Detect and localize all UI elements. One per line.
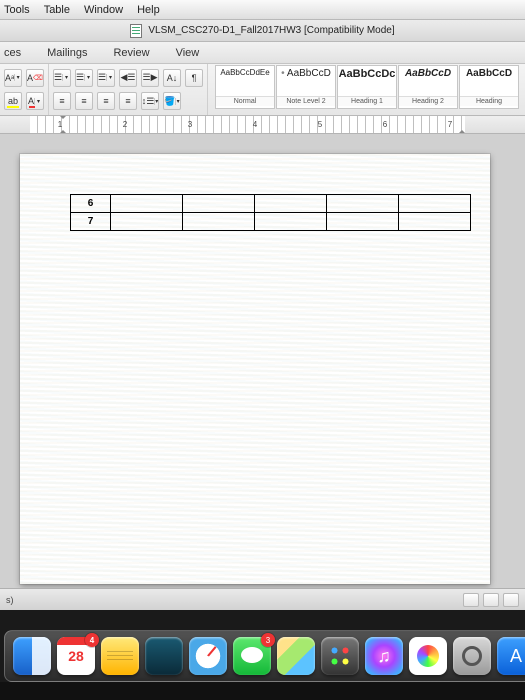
shading-button[interactable]: 🪣▾	[163, 92, 181, 110]
indent-button[interactable]: ☰▶	[141, 69, 159, 87]
first-line-indent-marker[interactable]	[58, 116, 68, 124]
dock-app-launchpad[interactable]	[321, 637, 359, 675]
dock-app-system-preferences[interactable]	[453, 637, 491, 675]
justify-button[interactable]: ≡	[119, 92, 137, 110]
ribbon-tab[interactable]: Review	[109, 43, 153, 63]
ribbon-tab[interactable]: View	[172, 43, 204, 63]
line-spacing-button[interactable]: ↕☰▾	[141, 92, 159, 110]
window-titlebar: VLSM_CSC270-D1_Fall2017HW3 [Compatibilit…	[0, 20, 525, 42]
menu-item[interactable]: Window	[84, 4, 123, 16]
dock-app-appstore[interactable]	[497, 637, 525, 675]
show-marks-button[interactable]: ¶	[185, 69, 203, 87]
badge: 3	[261, 633, 275, 647]
ribbon: Aa▾ A⌫ ab A▾ ☰▾ ☰▾ ☰▾ ◀☰ ☰▶ A↓ ¶ ≡ ≡ ≡	[0, 64, 525, 116]
dock-app-photoshop[interactable]	[145, 637, 183, 675]
align-center-button[interactable]: ≡	[75, 92, 93, 110]
badge: 4	[85, 633, 99, 647]
hanging-indent-marker[interactable]	[58, 125, 68, 134]
menu-item[interactable]: Tools	[4, 4, 30, 16]
styles-gallery[interactable]: AaBbCcDdEe Normal AaBbCcD Note Level 2 A…	[214, 64, 520, 115]
document-workspace[interactable]: 6 7	[0, 134, 525, 588]
horizontal-ruler[interactable]: 1 2 3 4 5 6 7	[0, 116, 525, 134]
dock-app-calendar[interactable]: 28 4	[57, 637, 95, 675]
table-row[interactable]: 6	[71, 195, 471, 213]
outdent-button[interactable]: ◀☰	[119, 69, 137, 87]
dock-app-finder[interactable]	[13, 637, 51, 675]
table-row[interactable]: 7	[71, 213, 471, 231]
status-bar: s)	[0, 588, 525, 610]
ribbon-tabs: ces Mailings Review View	[0, 42, 525, 64]
numbering-button[interactable]: ☰▾	[75, 69, 93, 87]
document-icon	[130, 24, 142, 38]
page[interactable]: 6 7	[20, 154, 490, 584]
view-mode-button[interactable]	[503, 593, 519, 607]
document-table[interactable]: 6 7	[70, 194, 471, 231]
dock-app-notes[interactable]	[101, 637, 139, 675]
style-heading[interactable]: AaBbCcD Heading	[459, 65, 519, 109]
dock-app-photos[interactable]	[409, 637, 447, 675]
ribbon-tab[interactable]: ces	[0, 43, 25, 63]
view-mode-button[interactable]	[483, 593, 499, 607]
ribbon-tab[interactable]: Mailings	[43, 43, 91, 63]
multilevel-button[interactable]: ☰▾	[97, 69, 115, 87]
os-menubar: Tools Table Window Help	[0, 0, 525, 20]
style-normal[interactable]: AaBbCcDdEe Normal	[215, 65, 275, 109]
style-heading-1[interactable]: AaBbCcDc Heading 1	[337, 65, 397, 109]
dock-app-safari[interactable]	[189, 637, 227, 675]
right-indent-marker[interactable]	[457, 125, 467, 134]
menu-item[interactable]: Table	[44, 4, 70, 16]
laptop-bezel	[0, 682, 525, 700]
dock-app-itunes[interactable]	[365, 637, 403, 675]
align-right-button[interactable]: ≡	[97, 92, 115, 110]
font-size-button[interactable]: Aa▾	[4, 69, 22, 87]
dock-app-messages[interactable]: 3	[233, 637, 271, 675]
menu-item[interactable]: Help	[137, 4, 160, 16]
view-mode-button[interactable]	[463, 593, 479, 607]
highlight-button[interactable]: ab	[4, 92, 22, 110]
align-left-button[interactable]: ≡	[53, 92, 71, 110]
dock: 28 4 3	[0, 622, 525, 682]
clear-format-button[interactable]: A⌫	[26, 69, 44, 87]
sort-button[interactable]: A↓	[163, 69, 181, 87]
font-color-button[interactable]: A▾	[26, 92, 44, 110]
bullets-button[interactable]: ☰▾	[53, 69, 71, 87]
window-title: VLSM_CSC270-D1_Fall2017HW3 [Compatibilit…	[148, 25, 394, 36]
dock-app-maps[interactable]	[277, 637, 315, 675]
style-heading-2[interactable]: AaBbCcD Heading 2	[398, 65, 458, 109]
style-note-level-2[interactable]: AaBbCcD Note Level 2	[276, 65, 336, 109]
status-text: s)	[6, 595, 14, 605]
